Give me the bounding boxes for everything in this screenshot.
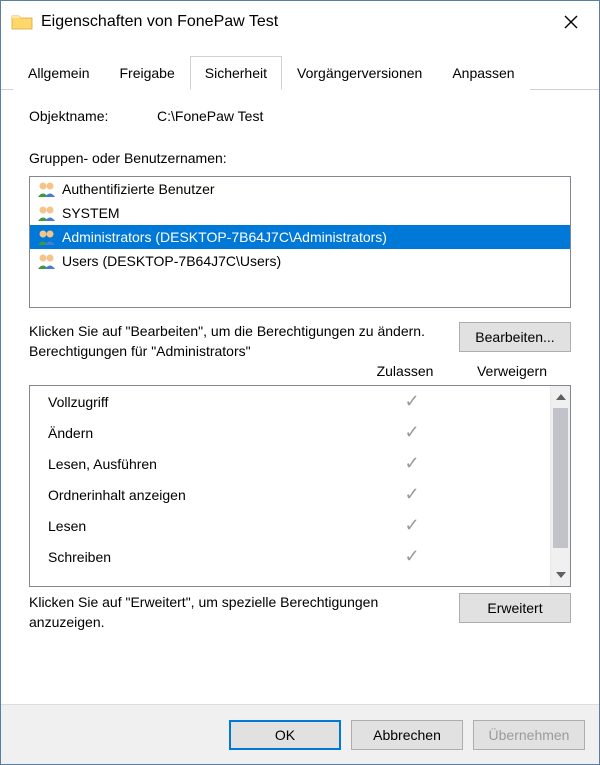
users-icon [36, 204, 58, 222]
dialog-footer: OK Abbrechen Übernehmen [1, 704, 599, 764]
apply-button[interactable]: Übernehmen [473, 720, 585, 750]
advanced-button[interactable]: Erweitert [459, 593, 571, 623]
permission-row: Ordnerinhalt anzeigen ✓ [30, 479, 550, 510]
checkmark-icon: ✓ [362, 453, 462, 474]
edit-permissions-row: Klicken Sie auf "Bearbeiten", um die Ber… [29, 322, 571, 361]
scroll-thumb[interactable] [553, 408, 568, 548]
list-item-label: Users (DESKTOP-7B64J7C\Users) [62, 253, 281, 269]
checkmark-icon: ✓ [362, 515, 462, 536]
users-icon [36, 180, 58, 198]
scrollbar[interactable] [550, 386, 570, 586]
tabs: Allgemein Freigabe Sicherheit Vorgängerv… [1, 43, 599, 90]
groups-listbox[interactable]: Authentifizierte Benutzer SYSTEM Adminis… [29, 176, 571, 308]
list-item-label: Authentifizierte Benutzer [62, 181, 215, 197]
edit-hint-text: Klicken Sie auf "Bearbeiten", um die Ber… [29, 322, 447, 342]
list-item[interactable]: SYSTEM [30, 201, 570, 225]
tab-allgemein[interactable]: Allgemein [13, 56, 104, 90]
permission-row: Vollzugriff ✓ [30, 386, 550, 417]
permission-name: Vollzugriff [48, 394, 362, 410]
list-item[interactable]: Users (DESKTOP-7B64J7C\Users) [30, 249, 570, 273]
tab-sicherheit[interactable]: Sicherheit [190, 56, 282, 90]
checkmark-icon: ✓ [362, 546, 462, 567]
checkmark-icon: ✓ [362, 484, 462, 505]
list-item[interactable]: Administrators (DESKTOP-7B64J7C\Administ… [30, 225, 570, 249]
object-name-label: Objektname: [29, 108, 157, 124]
checkmark-icon: ✓ [362, 391, 462, 412]
advanced-row: Klicken Sie auf "Erweitert", um speziell… [29, 593, 571, 632]
tab-freigabe[interactable]: Freigabe [104, 56, 189, 90]
tab-vorgaengerversionen[interactable]: Vorgängerversionen [282, 56, 437, 90]
scroll-up-arrow[interactable] [551, 386, 570, 408]
folder-icon [11, 13, 33, 31]
object-name-row: Objektname: C:\FonePaw Test [29, 108, 571, 124]
tab-content: Objektname: C:\FonePaw Test Gruppen- ode… [1, 90, 599, 704]
tab-anpassen[interactable]: Anpassen [437, 56, 529, 90]
edit-button[interactable]: Bearbeiten... [459, 322, 571, 352]
close-button[interactable] [547, 4, 595, 40]
checkmark-icon: ✓ [362, 422, 462, 443]
permissions-for-label: Berechtigungen für "Administrators" [29, 342, 447, 362]
permission-row: Lesen ✓ [30, 510, 550, 541]
users-icon [36, 252, 58, 270]
permission-name: Lesen [48, 518, 362, 534]
properties-window: Eigenschaften von FonePaw Test Allgemein… [0, 0, 600, 765]
permission-name: Lesen, Ausführen [48, 456, 362, 472]
scroll-down-arrow[interactable] [551, 564, 570, 586]
list-item-label: SYSTEM [62, 205, 120, 221]
permission-name: Ordnerinhalt anzeigen [48, 487, 362, 503]
window-title: Eigenschaften von FonePaw Test [41, 13, 547, 31]
advanced-hint-text: Klicken Sie auf "Erweitert", um speziell… [29, 593, 447, 632]
permission-row: Schreiben ✓ [30, 541, 550, 572]
permission-row: Lesen, Ausführen ✓ [30, 448, 550, 479]
titlebar: Eigenschaften von FonePaw Test [1, 1, 599, 43]
list-item[interactable]: Authentifizierte Benutzer [30, 177, 570, 201]
ok-button[interactable]: OK [229, 720, 341, 750]
cancel-button[interactable]: Abbrechen [351, 720, 463, 750]
users-icon [36, 228, 58, 246]
permissions-list[interactable]: Vollzugriff ✓ Ändern ✓ Lesen, Ausführen … [30, 386, 550, 586]
object-name-value: C:\FonePaw Test [157, 108, 263, 124]
list-item-label: Administrators (DESKTOP-7B64J7C\Administ… [62, 229, 387, 245]
permission-columns-header: Zulassen Verweigern [29, 363, 571, 385]
column-deny: Verweigern [459, 363, 565, 379]
scroll-track[interactable] [551, 408, 570, 564]
column-allow: Zulassen [351, 363, 459, 379]
permissions-box: Vollzugriff ✓ Ändern ✓ Lesen, Ausführen … [29, 385, 571, 587]
permission-row: Ändern ✓ [30, 417, 550, 448]
groups-label: Gruppen- oder Benutzernamen: [29, 150, 571, 166]
permission-name: Schreiben [48, 549, 362, 565]
permission-name: Ändern [48, 425, 362, 441]
